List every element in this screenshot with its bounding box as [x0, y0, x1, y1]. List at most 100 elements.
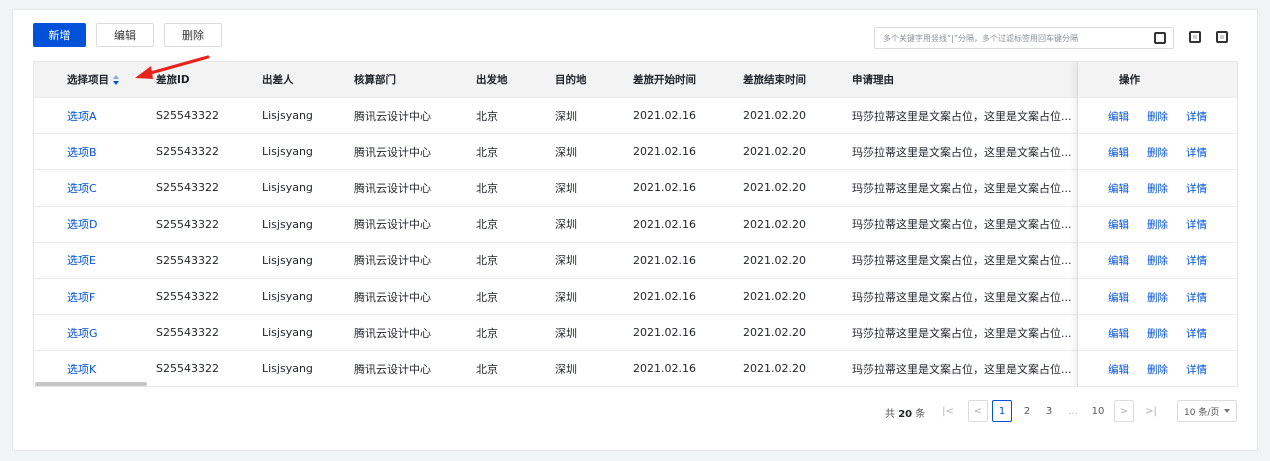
- page-1[interactable]: 1: [992, 400, 1012, 422]
- row-detail-link[interactable]: 详情: [1186, 253, 1207, 268]
- row-detail-link[interactable]: 详情: [1186, 217, 1207, 232]
- cell-start: 2021.02.16: [633, 253, 696, 267]
- table-row: 选项F S25543322 Lisjsyang 腾讯云设计中心 北京 深圳 2021.02.…: [34, 279, 1237, 316]
- row-delete-link[interactable]: 删除: [1147, 217, 1168, 232]
- table-row: 选项D S25543322 Lisjsyang 腾讯云设计中心 北京 深圳 2021.02.…: [34, 207, 1237, 243]
- filter-icon[interactable]: [1154, 32, 1166, 44]
- total-count: 共 20 条: [885, 409, 926, 420]
- cell-dept: 腾讯云设计中心: [354, 145, 431, 159]
- first-page-icon[interactable]: |<: [938, 400, 958, 422]
- horizontal-scrollbar[interactable]: [35, 382, 147, 386]
- row-edit-link[interactable]: 编辑: [1108, 109, 1129, 124]
- table-row: 选项E S25543322 Lisjsyang 腾讯云设计中心 北京 深圳 2021.02.…: [34, 243, 1237, 279]
- cell-from: 北京: [476, 326, 498, 340]
- cell-item[interactable]: 选项G: [67, 325, 98, 341]
- cell-item[interactable]: 选项E: [67, 252, 96, 268]
- row-edit-link[interactable]: 编辑: [1108, 326, 1129, 341]
- row-delete-link[interactable]: 删除: [1147, 181, 1168, 196]
- row-detail-link[interactable]: 详情: [1186, 181, 1207, 196]
- cell-from: 北京: [476, 181, 498, 195]
- cell-dept: 腾讯云设计中心: [354, 218, 431, 232]
- cell-person: Lisjsyang: [262, 362, 313, 376]
- cell-person: Lisjsyang: [262, 217, 313, 231]
- cell-id: S25543322: [156, 326, 219, 340]
- row-detail-link[interactable]: 详情: [1186, 109, 1207, 124]
- cell-start: 2021.02.16: [633, 145, 696, 159]
- row-delete-link[interactable]: 删除: [1147, 145, 1168, 160]
- cell-dept: 腾讯云设计中心: [354, 254, 431, 268]
- column-header-item[interactable]: 选择项目: [67, 72, 119, 87]
- edit-button[interactable]: 编辑: [96, 23, 154, 47]
- page-ellipsis[interactable]: ...: [1063, 400, 1083, 422]
- cell-id: S25543322: [156, 362, 219, 376]
- cell-item[interactable]: 选项B: [67, 144, 97, 160]
- page-2[interactable]: 2: [1017, 400, 1037, 422]
- row-delete-link[interactable]: 删除: [1147, 362, 1168, 377]
- row-detail-link[interactable]: 详情: [1186, 290, 1207, 305]
- add-button[interactable]: 新增: [33, 23, 86, 47]
- cell-id: S25543322: [156, 109, 219, 123]
- cell-dept: 腾讯云设计中心: [354, 109, 431, 123]
- next-page-icon[interactable]: >: [1114, 400, 1134, 422]
- cell-reason: 玛莎拉蒂这里是文案占位，这里是文案占位...: [852, 145, 1072, 159]
- row-delete-link[interactable]: 删除: [1147, 326, 1168, 341]
- row-detail-link[interactable]: 详情: [1186, 145, 1207, 160]
- cell-start: 2021.02.16: [633, 217, 696, 231]
- cell-person: Lisjsyang: [262, 181, 313, 195]
- cell-to: 深圳: [555, 290, 577, 304]
- cell-person: Lisjsyang: [262, 290, 313, 304]
- row-delete-link[interactable]: 删除: [1147, 253, 1168, 268]
- sort-icon[interactable]: [113, 75, 119, 85]
- page-10[interactable]: 10: [1088, 400, 1108, 422]
- cell-to: 深圳: [555, 181, 577, 195]
- cell-item[interactable]: 选项A: [67, 108, 97, 124]
- cell-start: 2021.02.16: [633, 290, 696, 304]
- column-header-dept: 核算部门: [354, 74, 396, 86]
- cell-to: 深圳: [555, 145, 577, 159]
- search-input[interactable]: 多个关键字用竖线“|”分隔，多个过滤标签用回车键分隔: [874, 27, 1174, 49]
- page-3[interactable]: 3: [1039, 400, 1059, 422]
- cell-item[interactable]: 选项F: [67, 289, 95, 305]
- cell-item[interactable]: 选项D: [67, 216, 97, 232]
- row-edit-link[interactable]: 编辑: [1108, 253, 1129, 268]
- cell-id: S25543322: [156, 253, 219, 267]
- last-page-icon[interactable]: >|: [1141, 400, 1161, 422]
- row-delete-link[interactable]: 删除: [1147, 290, 1168, 305]
- table-row: 选项B S25543322 Lisjsyang 腾讯云设计中心 北京 深圳 2021.02.…: [34, 134, 1237, 171]
- row-edit-link[interactable]: 编辑: [1108, 145, 1129, 160]
- cell-dept: 腾讯云设计中心: [354, 326, 431, 340]
- row-edit-link[interactable]: 编辑: [1108, 181, 1129, 196]
- row-delete-link[interactable]: 删除: [1147, 109, 1168, 124]
- search-placeholder: 多个关键字用竖线“|”分隔，多个过滤标签用回车键分隔: [883, 33, 1078, 43]
- density-icon[interactable]: [1189, 31, 1201, 43]
- cell-item[interactable]: 选项C: [67, 180, 97, 196]
- delete-button[interactable]: 删除: [164, 23, 222, 47]
- prev-page-icon[interactable]: <: [968, 400, 988, 422]
- page-size-select[interactable]: 10 条/页: [1177, 400, 1237, 422]
- column-settings-icon[interactable]: [1216, 31, 1228, 43]
- column-header-to: 目的地: [555, 74, 587, 86]
- cell-to: 深圳: [555, 254, 577, 268]
- cell-id: S25543322: [156, 145, 219, 159]
- cell-from: 北京: [476, 218, 498, 232]
- chevron-down-icon: [1224, 409, 1231, 413]
- table-header: 选择项目 差旅ID 出差人 核算部门 出发地 目的地 差旅开始时间 差旅结束时间…: [34, 62, 1237, 98]
- cell-from: 北京: [476, 254, 498, 268]
- row-edit-link[interactable]: 编辑: [1108, 362, 1129, 377]
- cell-reason: 玛莎拉蒂这里是文案占位，这里是文案占位...: [852, 218, 1072, 232]
- cell-end: 2021.02.20: [743, 145, 806, 159]
- row-edit-link[interactable]: 编辑: [1108, 217, 1129, 232]
- cell-to: 深圳: [555, 326, 577, 340]
- row-edit-link[interactable]: 编辑: [1108, 290, 1129, 305]
- pagination: 共 20 条 |< < 1 2 3 ... 10 > >| 10 条/页: [13, 400, 1259, 424]
- row-detail-link[interactable]: 详情: [1186, 326, 1207, 341]
- cell-id: S25543322: [156, 181, 219, 195]
- cell-id: S25543322: [156, 217, 219, 231]
- row-detail-link[interactable]: 详情: [1186, 362, 1207, 377]
- cell-end: 2021.02.20: [743, 217, 806, 231]
- column-header-start: 差旅开始时间: [633, 74, 696, 86]
- cell-person: Lisjsyang: [262, 109, 313, 123]
- cell-end: 2021.02.20: [743, 326, 806, 340]
- cell-dept: 腾讯云设计中心: [354, 181, 431, 195]
- cell-item[interactable]: 选项K: [67, 361, 96, 377]
